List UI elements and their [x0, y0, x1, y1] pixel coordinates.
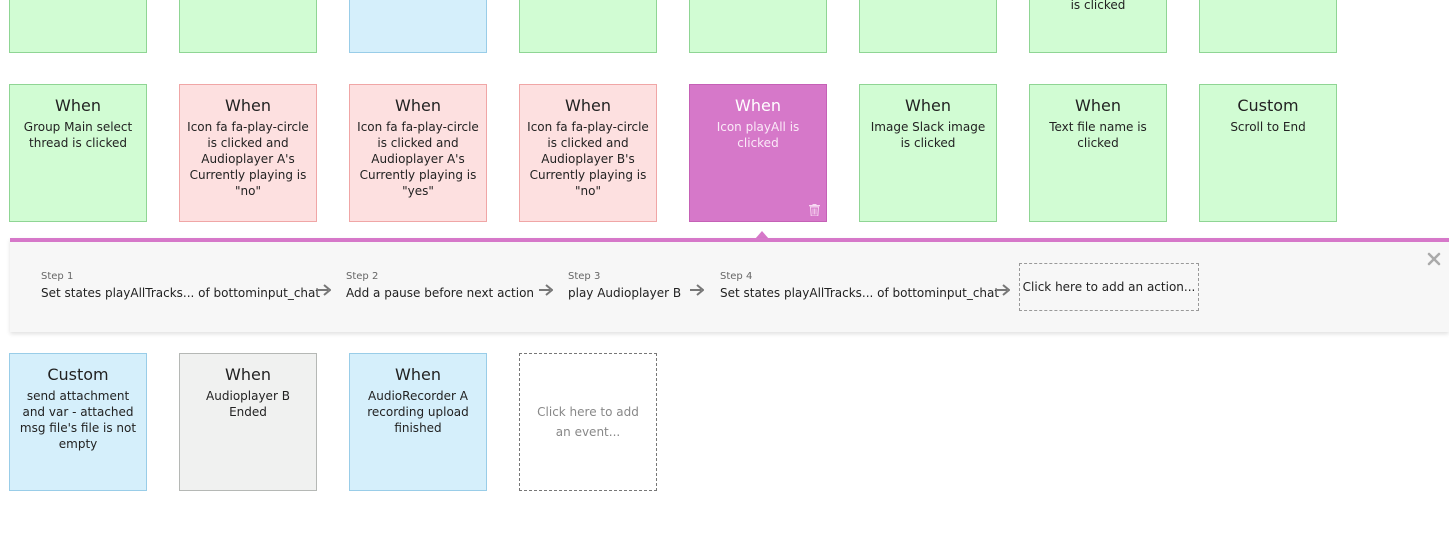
arrow-right-icon: [690, 284, 704, 296]
event-card[interactable]: [859, 0, 997, 53]
trash-icon[interactable]: [809, 204, 820, 216]
workflow-step[interactable]: Step 4 Set states playAllTracks... of bo…: [720, 271, 999, 301]
event-description: Text file name is clicked: [1049, 120, 1147, 150]
event-type: When: [1075, 96, 1121, 115]
add-event-button[interactable]: Click here to add an event...: [519, 353, 657, 491]
event-card[interactable]: When Group Main select thread is clicked: [9, 84, 147, 222]
event-description: Image Slack image is clicked: [870, 120, 986, 150]
event-card[interactable]: [689, 0, 827, 53]
event-type: When: [55, 96, 101, 115]
event-card[interactable]: When AudioRecorder A recording upload fi…: [349, 353, 487, 491]
event-card[interactable]: [179, 0, 317, 53]
step-number: Step 3: [568, 271, 601, 282]
step-label: Set states playAllTracks... of bottominp…: [720, 286, 1000, 300]
step-label: Add a pause before next action: [346, 286, 535, 300]
arrow-right-icon: [317, 284, 331, 296]
event-card[interactable]: When Audioplayer B Ended: [179, 353, 317, 491]
step-number: Step 1: [41, 271, 74, 282]
event-card[interactable]: When Text file name is clicked: [1029, 84, 1167, 222]
arrow-right-icon: [996, 284, 1010, 296]
event-type: When: [735, 96, 781, 115]
workflow-step[interactable]: Step 2 Add a pause before next action: [346, 271, 534, 301]
event-type: Custom: [47, 365, 109, 384]
event-type: When: [565, 96, 611, 115]
event-card[interactable]: is clicked: [1029, 0, 1167, 53]
event-type: When: [395, 365, 441, 384]
workflow-panel: Step 1 Set states playAllTracks... of bo…: [10, 238, 1449, 332]
event-card-selected[interactable]: When Icon playAll is clicked: [689, 84, 827, 222]
step-label: Set states playAllTracks... of bottominp…: [41, 286, 321, 300]
event-card[interactable]: When Icon fa fa-play-circle is clicked a…: [179, 84, 317, 222]
event-description: Audioplayer B Ended: [206, 389, 290, 419]
event-description: send attachment and var - attached msg f…: [19, 389, 137, 451]
event-card[interactable]: Custom send attachment and var - attache…: [9, 353, 147, 491]
workflow-step[interactable]: Step 1 Set states playAllTracks... of bo…: [41, 271, 320, 301]
event-card[interactable]: Custom Scroll to End: [1199, 84, 1337, 222]
close-icon[interactable]: [1427, 252, 1441, 266]
event-card[interactable]: When Icon fa fa-play-circle is clicked a…: [349, 84, 487, 222]
event-type: When: [225, 96, 271, 115]
workflow-step[interactable]: Step 3 play Audioplayer B: [568, 271, 681, 301]
event-description: Group Main select thread is clicked: [23, 120, 133, 150]
step-label: play Audioplayer B: [568, 286, 682, 300]
event-description: Icon fa fa-play-circle is clicked and Au…: [357, 120, 479, 198]
arrow-right-icon: [539, 284, 553, 296]
event-type: When: [225, 365, 271, 384]
step-number: Step 4: [720, 271, 753, 282]
event-type: When: [395, 96, 441, 115]
event-description: Scroll to End: [1230, 120, 1306, 134]
step-number: Step 2: [346, 271, 379, 282]
event-description: AudioRecorder A recording upload finishe…: [367, 389, 469, 435]
event-type: Custom: [1237, 96, 1299, 115]
event-card[interactable]: [519, 0, 657, 53]
event-type: When: [905, 96, 951, 115]
event-card[interactable]: When Image Slack image is clicked: [859, 84, 997, 222]
event-card[interactable]: When Icon fa fa-play-circle is clicked a…: [519, 84, 657, 222]
event-description: Icon fa fa-play-circle is clicked and Au…: [527, 120, 649, 198]
event-card[interactable]: [349, 0, 487, 53]
event-card[interactable]: [1199, 0, 1337, 53]
add-action-button[interactable]: Click here to add an action...: [1019, 263, 1199, 311]
event-description: Icon fa fa-play-circle is clicked and Au…: [187, 120, 309, 198]
event-card[interactable]: [9, 0, 147, 53]
event-description: Icon playAll is clicked: [716, 120, 800, 150]
